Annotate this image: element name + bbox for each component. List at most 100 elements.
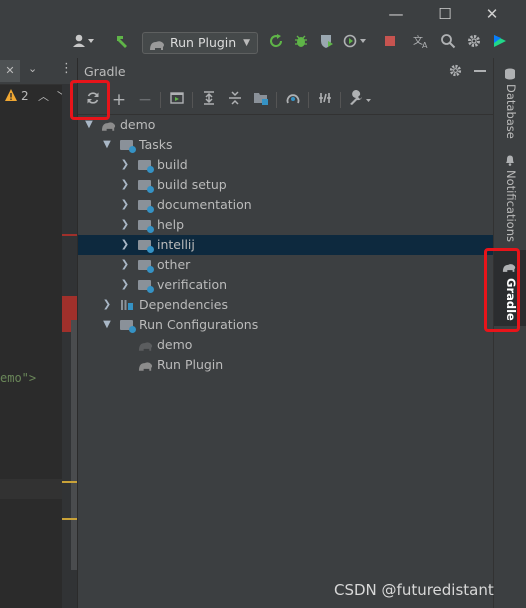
- bell-icon: [504, 154, 516, 166]
- minimize-icon[interactable]: —: [386, 4, 406, 24]
- warning-marker[interactable]: [62, 481, 77, 483]
- chevron-right-icon[interactable]: ❯: [119, 215, 131, 235]
- run-configuration-label: Run Plugin: [170, 35, 237, 50]
- gradle-tab-highlight: [484, 248, 520, 332]
- tree-label: build: [157, 157, 188, 172]
- warning-count: 2: [21, 89, 29, 103]
- tree-node-demo-project[interactable]: ▼ demo: [78, 115, 494, 135]
- error-marker[interactable]: [62, 234, 77, 236]
- chevron-right-icon[interactable]: ❯: [119, 155, 131, 175]
- tree-node-task-group-selected[interactable]: ❯ intellij: [78, 235, 494, 255]
- chevron-down-icon[interactable]: ⌄: [28, 62, 37, 75]
- expand-all-icon[interactable]: [198, 90, 220, 110]
- build-hammer-icon[interactable]: [112, 33, 132, 53]
- gradle-elephant-icon: [138, 358, 153, 372]
- toggle-offline-mode-icon[interactable]: [314, 90, 336, 110]
- chevron-right-icon[interactable]: ❯: [101, 295, 113, 315]
- editor-area[interactable]: ✕ ⌄ ⋮ 2 ︿ ﹀ emo">: [0, 58, 77, 608]
- gradle-tool-window: Gradle + − ▼ demo ▼ Tasks ❯ build ❯ buil…: [77, 58, 494, 608]
- debug-bug-icon[interactable]: [291, 33, 311, 53]
- chevron-right-icon[interactable]: ❯: [119, 175, 131, 195]
- profile-run-icon[interactable]: [341, 33, 369, 53]
- tree-label: Run Plugin: [157, 357, 224, 372]
- tree-node-task-group[interactable]: ❯ verification: [78, 275, 494, 295]
- group-modules-icon[interactable]: [250, 90, 272, 110]
- tree-label: verification: [157, 277, 228, 292]
- folder-icon: [120, 318, 136, 333]
- task-folder-icon: [120, 138, 136, 153]
- right-tool-window-bar: Database Notifications Gradle: [493, 58, 526, 608]
- coverage-shield-icon[interactable]: [316, 33, 336, 53]
- previous-highlight-icon[interactable]: ︿: [38, 88, 49, 104]
- translate-icon[interactable]: 文A: [412, 33, 432, 53]
- dependencies-icon: [120, 298, 134, 312]
- close-tab-icon[interactable]: ✕: [0, 60, 20, 82]
- run-configuration-select[interactable]: Run Plugin ▼: [142, 32, 258, 54]
- tree-label: Run Configurations: [139, 317, 259, 332]
- maximize-icon[interactable]: ☐: [435, 4, 455, 24]
- chevron-right-icon[interactable]: ❯: [119, 195, 131, 215]
- tree-node-run-config[interactable]: demo: [78, 335, 494, 355]
- tree-label: documentation: [157, 197, 252, 212]
- gradle-panel-header: Gradle: [78, 58, 494, 84]
- settings-gear-icon[interactable]: [448, 63, 464, 79]
- tree-label: help: [157, 217, 185, 232]
- tree-node-dependencies[interactable]: ❯ Dependencies: [78, 295, 494, 315]
- collapse-all-icon[interactable]: [224, 90, 246, 110]
- toolbar-separator: [308, 92, 309, 108]
- jetbrains-toolbox-icon[interactable]: [490, 33, 510, 53]
- close-icon[interactable]: ✕: [482, 4, 502, 24]
- code-fragment: emo">: [0, 371, 37, 385]
- hide-panel-icon[interactable]: [474, 70, 486, 72]
- tree-label: Tasks: [139, 137, 173, 152]
- analyze-dependencies-icon[interactable]: [282, 90, 304, 110]
- tree-node-run-configurations[interactable]: ▼ Run Configurations: [78, 315, 494, 335]
- chevron-right-icon[interactable]: ❯: [119, 255, 131, 275]
- tool-tab-notifications[interactable]: Notifications: [494, 154, 526, 244]
- chevron-down-icon: ▼: [243, 38, 250, 48]
- warning-marker[interactable]: [62, 518, 77, 520]
- editor-tab-bar: ✕ ⌄ ⋮: [0, 58, 77, 85]
- search-icon[interactable]: [438, 33, 458, 53]
- stop-icon[interactable]: [380, 33, 400, 53]
- gradle-elephant-icon: [138, 338, 153, 352]
- tree-node-run-config[interactable]: Run Plugin: [78, 355, 494, 375]
- toolbar-separator: [276, 92, 277, 108]
- user-account-icon[interactable]: [70, 33, 98, 53]
- task-folder-icon: [138, 278, 154, 293]
- tree-node-task-group[interactable]: ❯ build: [78, 155, 494, 175]
- main-toolbar: Run Plugin ▼ 文A: [0, 28, 526, 59]
- reload-button-highlight: [70, 80, 110, 120]
- remove-project-icon: −: [137, 90, 153, 110]
- svg-text:A: A: [422, 41, 428, 49]
- rerun-icon[interactable]: [266, 33, 286, 53]
- task-folder-icon: [138, 258, 154, 273]
- database-icon: [504, 68, 516, 80]
- toolbar-separator: [340, 92, 341, 108]
- tool-tab-label: Notifications: [504, 170, 518, 242]
- task-folder-icon: [138, 158, 154, 173]
- error-stripe-gutter[interactable]: [62, 84, 77, 608]
- tool-tab-database[interactable]: Database: [494, 68, 526, 158]
- chevron-right-icon[interactable]: ❯: [119, 275, 131, 295]
- tool-tab-label: Database: [504, 84, 518, 139]
- tree-node-task-group[interactable]: ❯ other: [78, 255, 494, 275]
- window-title-bar: — ☐ ✕: [0, 0, 526, 28]
- tree-node-task-group[interactable]: ❯ build setup: [78, 175, 494, 195]
- add-project-icon[interactable]: +: [108, 90, 130, 110]
- settings-gear-icon[interactable]: [464, 33, 484, 53]
- tree-node-task-group[interactable]: ❯ documentation: [78, 195, 494, 215]
- tree-node-task-group[interactable]: ❯ help: [78, 215, 494, 235]
- panel-title: Gradle: [84, 64, 126, 79]
- chevron-right-icon[interactable]: ❯: [119, 235, 131, 255]
- tree-node-tasks[interactable]: ▼ Tasks: [78, 135, 494, 155]
- build-tool-settings-icon[interactable]: [346, 90, 374, 110]
- more-options-icon[interactable]: ⋮: [60, 61, 73, 76]
- chevron-down-icon[interactable]: ▼: [101, 315, 113, 335]
- warning-icon[interactable]: [4, 88, 20, 104]
- tree-label: other: [157, 257, 191, 272]
- execute-task-icon[interactable]: [166, 90, 188, 110]
- tree-label: intellij: [157, 237, 195, 252]
- chevron-down-icon[interactable]: ▼: [101, 135, 113, 155]
- task-folder-icon: [138, 198, 154, 213]
